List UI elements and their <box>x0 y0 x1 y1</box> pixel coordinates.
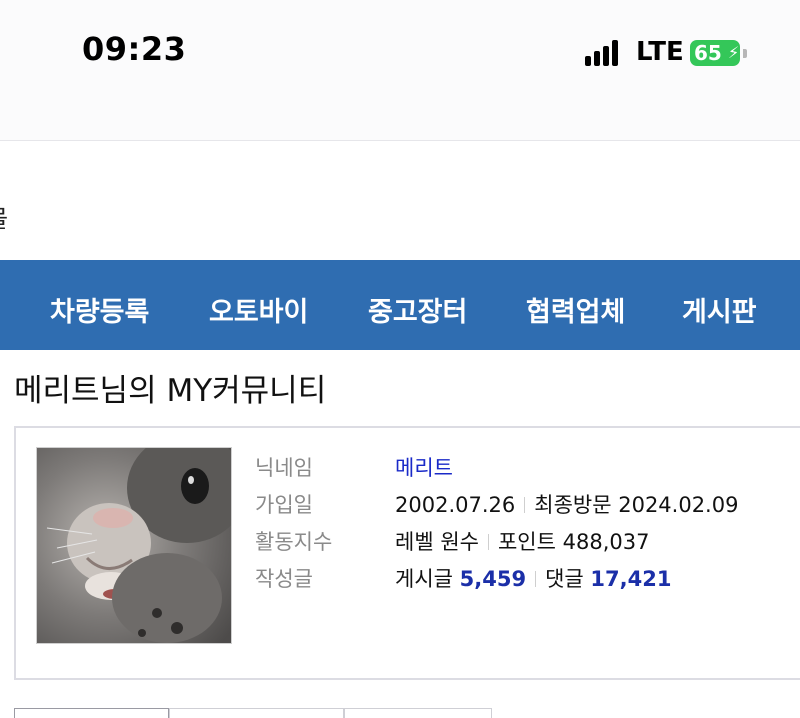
joined-date: 2002.07.26 <box>395 493 516 517</box>
tab-3[interactable] <box>344 708 492 718</box>
posts-row: 게시글 5,459 댓글 17,421 <box>395 563 671 593</box>
posts-label: 작성글 <box>255 567 313 591</box>
network-type: LTE <box>636 37 684 67</box>
joined-row: 2002.07.26 최종방문 2024.02.09 <box>395 489 738 519</box>
status-time: 09:23 <box>82 30 187 68</box>
tab-1[interactable] <box>14 708 169 718</box>
charging-bolt-icon: ⚡ <box>728 43 740 62</box>
battery-icon: 65 ⚡ <box>690 40 740 66</box>
divider <box>524 497 526 513</box>
divider <box>487 534 489 550</box>
tab-2[interactable] <box>169 708 344 718</box>
nickname-value[interactable]: 메리트 <box>395 452 453 482</box>
nav-item-used-market[interactable]: 중고장터 <box>368 290 467 329</box>
main-nav: 차량등록 오토바이 중고장터 협력업체 게시판 <box>0 260 800 350</box>
comment-count-label: 댓글 <box>545 567 584 591</box>
post-count[interactable]: 5,459 <box>460 567 526 591</box>
nav-item-car-registration[interactable]: 차량등록 <box>50 290 149 329</box>
joined-label: 가입일 <box>255 493 313 517</box>
page-title: 메리트님의 MY커뮤니티 <box>14 373 327 409</box>
battery-cap <box>743 49 747 58</box>
tab-strip <box>14 708 494 718</box>
battery-percent: 65 <box>694 41 722 65</box>
avatar <box>36 447 232 644</box>
divider <box>535 571 537 587</box>
cellular-signal-icon <box>585 40 625 66</box>
last-visit-date: 2024.02.09 <box>618 493 739 517</box>
level-value: 원수 <box>440 530 479 554</box>
post-count-label: 게시글 <box>395 567 453 591</box>
points-label: 포인트 <box>497 530 556 554</box>
nav-item-board[interactable]: 게시판 <box>682 290 757 329</box>
nickname-label: 닉네임 <box>255 456 313 480</box>
rabbit-photo-icon <box>37 448 231 643</box>
points-value: 488,037 <box>562 530 650 554</box>
status-bar: 09:23 LTE 65 ⚡ <box>0 0 800 141</box>
breadcrumb[interactable]: 몰 <box>0 199 8 234</box>
activity-label: 활동지수 <box>255 530 333 554</box>
last-visit-label: 최종방문 <box>534 493 612 517</box>
nav-item-motorcycle[interactable]: 오토바이 <box>209 290 308 329</box>
nav-item-partners[interactable]: 협력업체 <box>526 290 625 329</box>
comment-count[interactable]: 17,421 <box>590 567 671 591</box>
activity-row: 레벨 원수 포인트 488,037 <box>395 526 649 556</box>
level-label: 레벨 <box>395 530 434 554</box>
